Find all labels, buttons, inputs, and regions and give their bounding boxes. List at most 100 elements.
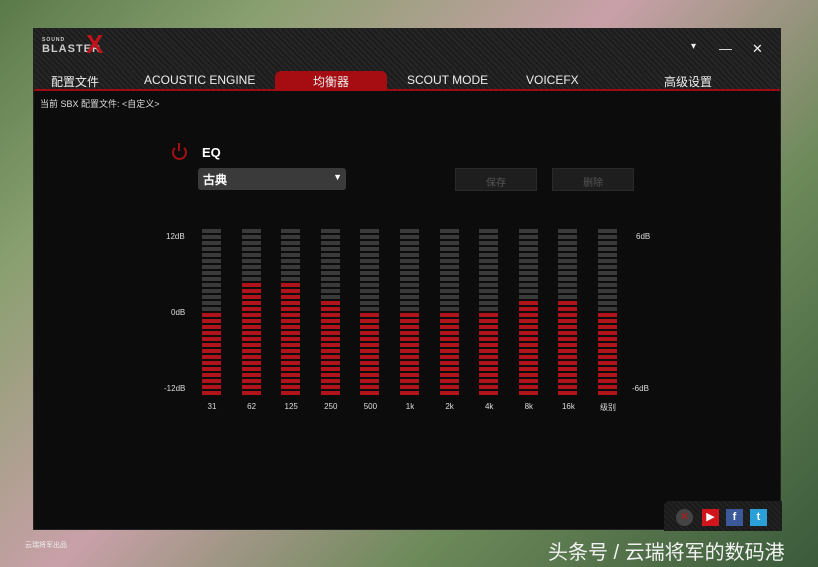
eq-segment <box>400 229 419 233</box>
eq-segment <box>281 289 301 293</box>
tab-acoustic-engine[interactable]: ACOUSTIC ENGINE <box>144 73 255 87</box>
eq-segment <box>281 259 301 263</box>
eq-segment <box>320 319 340 323</box>
eq-segment <box>320 355 340 359</box>
eq-slider-2[interactable] <box>281 229 301 397</box>
eq-slider-3[interactable] <box>320 229 340 397</box>
eq-segment <box>202 367 221 371</box>
eq-slider-5[interactable] <box>400 229 419 397</box>
eq-segment <box>598 313 617 317</box>
eq-segment <box>518 361 538 365</box>
minimize-button[interactable]: — <box>719 41 732 56</box>
eq-segment <box>320 343 340 347</box>
twitter-icon[interactable]: t <box>750 509 767 526</box>
youtube-icon[interactable]: ▶ <box>702 509 719 526</box>
eq-segment <box>241 301 261 305</box>
eq-segment <box>281 379 301 383</box>
eq-slider-10[interactable] <box>598 229 617 397</box>
eq-segment <box>241 373 261 377</box>
tab-profiles[interactable]: 配置文件 <box>51 73 99 90</box>
eq-segment <box>558 385 578 389</box>
eq-segment <box>400 241 419 245</box>
eq-segment <box>439 331 459 335</box>
eq-slider-0[interactable] <box>202 229 221 397</box>
eq-segment <box>241 367 261 371</box>
close-button[interactable]: ✕ <box>752 41 763 57</box>
eq-title: EQ <box>202 145 221 160</box>
eq-segment <box>202 319 221 323</box>
save-button[interactable]: 保存 <box>455 168 537 191</box>
watermark: 头条号 / 云瑞将军的数码港 <box>548 542 785 564</box>
preset-select[interactable]: 古典 ▼ <box>198 168 346 190</box>
eq-segment <box>558 259 578 263</box>
eq-segment <box>320 385 340 389</box>
eq-segment <box>439 355 459 359</box>
eq-segment <box>439 343 459 347</box>
scale-left-mid: 0dB <box>171 308 186 317</box>
eq-segment <box>281 355 301 359</box>
eq-segment <box>479 361 499 365</box>
eq-segment <box>439 229 459 233</box>
eq-segment <box>598 391 617 395</box>
eq-segment <box>281 247 301 251</box>
eq-segment <box>281 295 301 299</box>
eq-segment <box>400 367 419 371</box>
eq-segment <box>558 229 578 233</box>
tab-bar: 配置文件 ACOUSTIC ENGINE 均衡器 SCOUT MODE VOIC… <box>34 71 780 91</box>
eq-segment <box>439 247 459 251</box>
eq-slider-8[interactable] <box>518 229 538 397</box>
eq-segment <box>558 289 578 293</box>
eq-segment <box>400 283 419 287</box>
eq-segment <box>479 259 499 263</box>
eq-segment <box>400 265 419 269</box>
eq-segment <box>202 379 221 383</box>
eq-slider-1[interactable] <box>241 229 261 397</box>
eq-slider-9[interactable] <box>558 229 578 397</box>
eq-slider-6[interactable] <box>439 229 459 397</box>
eq-segment <box>202 337 221 341</box>
eq-segment <box>439 271 459 275</box>
eq-segment <box>518 373 538 377</box>
eq-segment <box>518 253 538 257</box>
eq-segment <box>518 325 538 329</box>
eq-slider-4[interactable] <box>360 229 380 397</box>
eq-segment <box>400 331 419 335</box>
eq-segment <box>598 319 617 323</box>
eq-segment <box>479 379 499 383</box>
eq-segment <box>518 307 538 311</box>
tab-scout-mode[interactable]: SCOUT MODE <box>407 73 488 87</box>
eq-slider-7[interactable] <box>479 229 499 397</box>
scale-right-bottom: -6dB <box>632 384 649 393</box>
eq-segment <box>518 355 538 359</box>
eq-segment <box>281 283 301 287</box>
eq-segment <box>202 373 221 377</box>
eq-segment <box>558 331 578 335</box>
eq-segment <box>202 361 221 365</box>
eq-segment <box>360 277 380 281</box>
eq-segment <box>241 385 261 389</box>
logo-x: X <box>86 29 105 59</box>
eq-segment <box>241 325 261 329</box>
eq-segment <box>598 277 617 281</box>
eq-segment <box>241 349 261 353</box>
tab-voicefx[interactable]: VOICEFX <box>526 73 579 87</box>
tab-advanced-settings[interactable]: 高级设置 <box>664 73 712 90</box>
eq-segment <box>558 349 578 353</box>
eq-segment <box>558 325 578 329</box>
eq-segment <box>479 331 499 335</box>
close-social-icon[interactable]: ✕ <box>676 509 693 526</box>
eq-segment <box>558 337 578 341</box>
eq-segment <box>558 319 578 323</box>
power-icon[interactable] <box>172 143 187 160</box>
eq-segment <box>439 337 459 341</box>
eq-segment <box>439 265 459 269</box>
eq-segment <box>479 355 499 359</box>
menu-dropdown-button[interactable]: ▾ <box>691 41 696 52</box>
eq-segment <box>598 247 617 251</box>
eq-segment <box>400 301 419 305</box>
facebook-icon[interactable]: f <box>726 509 743 526</box>
eq-segment <box>241 265 261 269</box>
eq-segment <box>439 379 459 383</box>
delete-button[interactable]: 删除 <box>552 168 634 191</box>
tab-equalizer[interactable]: 均衡器 <box>275 71 387 91</box>
